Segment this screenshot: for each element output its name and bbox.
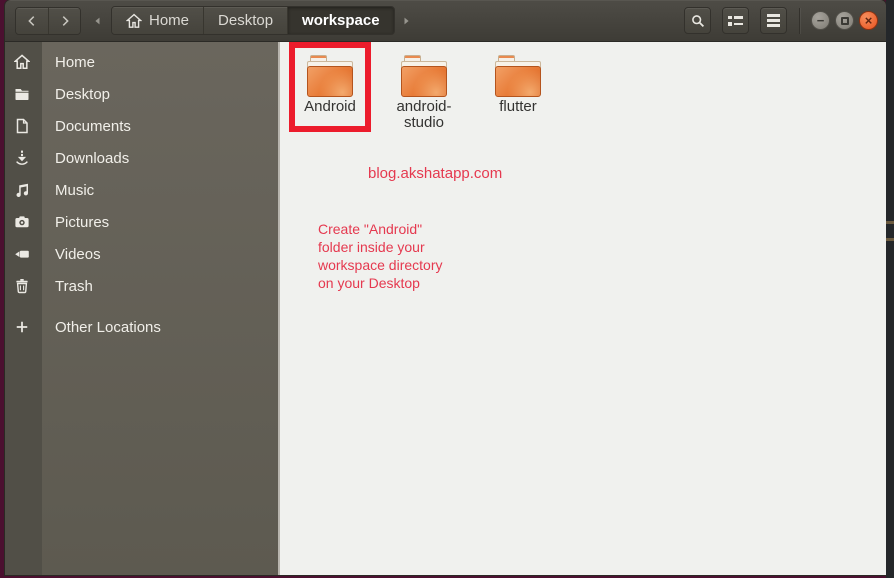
minimize-button[interactable]: − bbox=[811, 11, 830, 30]
search-button[interactable] bbox=[684, 7, 711, 34]
file-label: flutter bbox=[499, 99, 537, 115]
annotation-note-line: workspace directory bbox=[318, 256, 443, 274]
breadcrumb-label: Desktop bbox=[218, 12, 273, 29]
sidebar-item-label: Other Locations bbox=[55, 319, 161, 336]
breadcrumb-desktop[interactable]: Desktop bbox=[203, 7, 287, 34]
sidebar-item-videos[interactable]: Videos bbox=[5, 238, 278, 270]
sidebar-item-label: Music bbox=[55, 182, 94, 199]
close-icon: × bbox=[865, 14, 873, 27]
window-body: Home Desktop Documents Downloads bbox=[5, 42, 886, 575]
home-icon bbox=[126, 13, 142, 29]
breadcrumb-workspace[interactable]: workspace bbox=[287, 7, 394, 34]
annotation-note-line: folder inside your bbox=[318, 238, 443, 256]
sidebar-item-pictures[interactable]: Pictures bbox=[5, 206, 278, 238]
close-button[interactable]: × bbox=[859, 11, 878, 30]
sidebar-item-label: Downloads bbox=[55, 150, 129, 167]
sidebar-item-documents[interactable]: Documents bbox=[5, 110, 278, 142]
triangle-left-icon bbox=[92, 15, 104, 27]
annotation-blog-link: blog.akshatapp.com bbox=[368, 165, 502, 182]
sidebar-item-downloads[interactable]: Downloads bbox=[5, 142, 278, 174]
sidebar-item-music[interactable]: Music bbox=[5, 174, 278, 206]
folder-icon bbox=[14, 86, 30, 102]
desktop-edge-artifact bbox=[886, 238, 894, 241]
hamburger-menu-icon bbox=[767, 14, 780, 27]
desktop-edge-right bbox=[886, 0, 894, 578]
breadcrumb-home[interactable]: Home bbox=[112, 7, 203, 34]
folder-icon bbox=[401, 55, 447, 97]
file-manager-window: Home Desktop workspace bbox=[5, 0, 886, 575]
triangle-right-icon bbox=[400, 15, 412, 27]
camera-icon bbox=[14, 214, 30, 230]
download-icon bbox=[14, 150, 30, 166]
home-icon bbox=[14, 54, 30, 70]
annotation-note-line: Create "Android" bbox=[318, 220, 443, 238]
chevron-right-icon bbox=[58, 14, 72, 28]
sidebar-item-label: Desktop bbox=[55, 86, 110, 103]
sidebar-item-label: Documents bbox=[55, 118, 131, 135]
history-nav-group bbox=[15, 7, 81, 35]
sidebar-item-label: Videos bbox=[55, 246, 101, 263]
back-button[interactable] bbox=[16, 8, 48, 34]
music-icon bbox=[14, 182, 30, 198]
forward-button[interactable] bbox=[48, 8, 80, 34]
window-controls: − × bbox=[811, 11, 878, 30]
sidebar-item-label: Trash bbox=[55, 278, 93, 295]
file-item-flutter[interactable]: flutter bbox=[477, 42, 559, 115]
sidebar-item-desktop[interactable]: Desktop bbox=[5, 78, 278, 110]
file-item-android-studio[interactable]: android-studio bbox=[383, 42, 465, 131]
sidebar-item-trash[interactable]: Trash bbox=[5, 270, 278, 302]
minimize-icon: − bbox=[817, 14, 825, 27]
plus-icon bbox=[14, 319, 30, 335]
sidebar-item-other-locations[interactable]: Other Locations bbox=[5, 311, 278, 343]
file-view: Android android-studio flutter blog.aksh… bbox=[280, 42, 886, 575]
file-label: android-studio bbox=[386, 99, 462, 131]
document-icon bbox=[14, 118, 30, 134]
headerbar: Home Desktop workspace bbox=[5, 0, 886, 42]
folder-icon bbox=[307, 55, 353, 97]
menu-button[interactable] bbox=[760, 7, 787, 34]
header-separator bbox=[799, 8, 800, 34]
search-icon bbox=[690, 13, 706, 29]
breadcrumb-label: Home bbox=[149, 12, 189, 29]
maximize-button[interactable] bbox=[835, 11, 854, 30]
list-view-icon bbox=[728, 16, 743, 26]
video-camera-icon bbox=[14, 246, 30, 262]
sidebar-item-home[interactable]: Home bbox=[5, 46, 278, 78]
breadcrumb-label: workspace bbox=[302, 12, 380, 29]
annotation-note-line: on your Desktop bbox=[318, 274, 443, 292]
sidebar-item-label: Pictures bbox=[55, 214, 109, 231]
sidebar-item-label: Home bbox=[55, 54, 95, 71]
breadcrumb-scroll-right-button[interactable] bbox=[399, 7, 413, 35]
maximize-icon bbox=[841, 17, 849, 25]
folder-icon bbox=[495, 55, 541, 97]
view-list-button[interactable] bbox=[722, 7, 749, 34]
file-label: Android bbox=[304, 99, 356, 115]
annotation-note: Create "Android" folder inside your work… bbox=[318, 220, 443, 292]
file-item-android[interactable]: Android bbox=[289, 42, 371, 115]
desktop-edge-artifact bbox=[886, 221, 894, 224]
breadcrumb: Home Desktop workspace bbox=[111, 6, 395, 35]
breadcrumb-scroll-left-button[interactable] bbox=[91, 7, 105, 35]
chevron-left-icon bbox=[25, 14, 39, 28]
trash-icon bbox=[14, 278, 30, 294]
places-sidebar: Home Desktop Documents Downloads bbox=[5, 42, 278, 575]
